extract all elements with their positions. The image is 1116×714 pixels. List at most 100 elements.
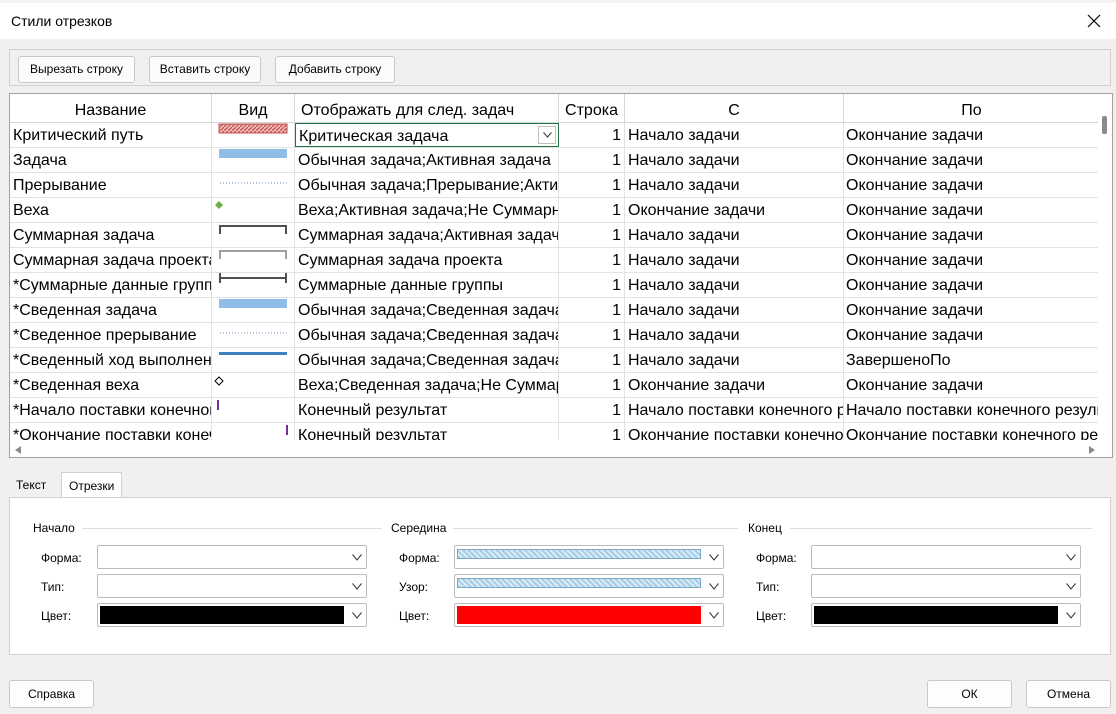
row-appearance[interactable] — [212, 373, 295, 397]
table-row[interactable]: *Сведенное прерывание Обычная задача;Све… — [10, 323, 1100, 348]
end-type-select[interactable] — [811, 574, 1081, 598]
row-appearance[interactable] — [212, 273, 295, 297]
row-to[interactable]: Окончание поставки конечного результата — [844, 423, 1100, 440]
add-row-button[interactable]: Добавить строку — [275, 56, 395, 83]
row-row[interactable]: 1 — [559, 173, 625, 197]
middle-shape-select[interactable] — [454, 545, 724, 569]
row-to[interactable]: Окончание задачи — [844, 198, 1100, 222]
row-show-for[interactable]: Веха;Сведенная задача;Не Суммарная — [295, 373, 559, 397]
show-for-dropdown[interactable] — [538, 126, 556, 144]
row-from[interactable]: Начало задачи — [625, 223, 844, 247]
row-show-for[interactable]: Обычная задача;Сведенная задача — [295, 323, 559, 347]
row-from[interactable]: Начало задачи — [625, 323, 844, 347]
row-show-for[interactable]: Конечный результат — [295, 423, 559, 440]
column-header-to[interactable]: По — [844, 94, 1100, 123]
row-show-for[interactable]: Обычная задача;Прерывание;Активная задач… — [295, 173, 559, 197]
row-show-for[interactable]: Суммарная задача;Активная задача — [295, 223, 559, 247]
row-appearance[interactable] — [212, 398, 295, 422]
bar-styles-grid[interactable]: Название Вид Отображать для след. задач … — [9, 93, 1113, 458]
row-name[interactable]: Критический путь — [10, 123, 212, 147]
column-header-row[interactable]: Строка — [559, 94, 625, 123]
row-row[interactable]: 1 — [559, 223, 625, 247]
table-row[interactable]: *Сведенная веха Веха;Сведенная задача;Не… — [10, 373, 1100, 398]
row-row[interactable]: 1 — [559, 148, 625, 172]
row-appearance[interactable] — [212, 123, 295, 147]
row-show-for[interactable]: Веха;Активная задача;Не Суммарная — [295, 198, 559, 222]
row-show-for-selected[interactable]: Критическая задача — [295, 123, 559, 147]
row-row[interactable]: 1 — [559, 123, 625, 147]
row-to[interactable]: Окончание задачи — [844, 323, 1100, 347]
column-header-appearance[interactable]: Вид — [212, 94, 295, 123]
row-from[interactable]: Окончание задачи — [625, 198, 844, 222]
row-row[interactable]: 1 — [559, 423, 625, 440]
row-appearance[interactable] — [212, 323, 295, 347]
start-shape-select[interactable] — [97, 545, 367, 569]
row-show-for[interactable]: Суммарные данные группы — [295, 273, 559, 297]
row-show-for[interactable]: Суммарная задача проекта — [295, 248, 559, 272]
table-row[interactable]: *Суммарные данные группы Суммарные данны… — [10, 273, 1100, 298]
help-button[interactable]: Справка — [9, 680, 94, 708]
table-row[interactable]: *Сведенная задача Обычная задача;Сведенн… — [10, 298, 1100, 323]
row-appearance[interactable] — [212, 248, 295, 272]
row-appearance[interactable] — [212, 298, 295, 322]
end-shape-select[interactable] — [811, 545, 1081, 569]
scroll-right-icon[interactable] — [1089, 446, 1095, 454]
table-row[interactable]: Прерывание Обычная задача;Прерывание;Акт… — [10, 173, 1100, 198]
row-to[interactable]: Окончание задачи — [844, 123, 1100, 147]
end-color-select[interactable] — [811, 603, 1081, 627]
close-button[interactable] — [1072, 3, 1116, 39]
table-row[interactable]: Веха Веха;Активная задача;Не Суммарная 1… — [10, 198, 1100, 223]
row-show-for[interactable]: Конечный результат — [295, 398, 559, 422]
row-show-for[interactable]: Обычная задача;Сведенная задача — [295, 348, 559, 372]
tab-bars[interactable]: Отрезки — [61, 472, 123, 498]
row-from[interactable]: Окончание задачи — [625, 373, 844, 397]
row-name[interactable]: *Окончание поставки конечного результата — [10, 423, 212, 440]
row-appearance[interactable] — [212, 223, 295, 247]
row-row[interactable]: 1 — [559, 198, 625, 222]
row-show-for[interactable]: Обычная задача;Активная задача — [295, 148, 559, 172]
row-row[interactable]: 1 — [559, 398, 625, 422]
row-name[interactable]: Суммарная задача — [10, 223, 212, 247]
row-appearance[interactable] — [212, 423, 295, 440]
table-row[interactable]: Суммарная задача проекта Суммарная задач… — [10, 248, 1100, 273]
row-to[interactable]: Окончание задачи — [844, 173, 1100, 197]
row-to[interactable]: Окончание задачи — [844, 273, 1100, 297]
row-name[interactable]: Суммарная задача проекта — [10, 248, 212, 272]
row-row[interactable]: 1 — [559, 248, 625, 272]
row-from[interactable]: Начало поставки конечного результата — [625, 398, 844, 422]
row-name[interactable]: *Начало поставки конечного результата — [10, 398, 212, 422]
column-header-from[interactable]: С — [625, 94, 844, 123]
row-from[interactable]: Начало задачи — [625, 248, 844, 272]
cut-row-button[interactable]: Вырезать строку — [18, 56, 135, 83]
row-appearance[interactable] — [212, 173, 295, 197]
row-from[interactable]: Начало задачи — [625, 148, 844, 172]
paste-row-button[interactable]: Вставить строку — [149, 56, 261, 83]
row-to[interactable]: Окончание задачи — [844, 248, 1100, 272]
start-color-select[interactable] — [97, 603, 367, 627]
row-show-for[interactable]: Обычная задача;Сведенная задача — [295, 298, 559, 322]
table-row[interactable]: *Сведенный ход выполнения Обычная задача… — [10, 348, 1100, 373]
column-header-show-for[interactable]: Отображать для след. задач — [295, 94, 559, 123]
row-appearance[interactable] — [212, 198, 295, 222]
table-row[interactable]: Задача Обычная задача;Активная задача 1 … — [10, 148, 1100, 173]
row-to[interactable]: ЗавершеноПо — [844, 348, 1100, 372]
row-name[interactable]: Задача — [10, 148, 212, 172]
table-row[interactable]: *Начало поставки конечного результата Ко… — [10, 398, 1100, 423]
row-name[interactable]: Прерывание — [10, 173, 212, 197]
row-from[interactable]: Начало задачи — [625, 173, 844, 197]
row-from[interactable]: Начало задачи — [625, 348, 844, 372]
middle-color-select[interactable] — [454, 603, 724, 627]
tab-text[interactable]: Текст — [9, 472, 53, 498]
row-appearance[interactable] — [212, 148, 295, 172]
row-row[interactable]: 1 — [559, 273, 625, 297]
horizontal-scrollbar[interactable] — [10, 443, 1100, 457]
row-from[interactable]: Начало задачи — [625, 273, 844, 297]
row-to[interactable]: Окончание задачи — [844, 148, 1100, 172]
middle-pattern-select[interactable] — [454, 574, 724, 598]
row-row[interactable]: 1 — [559, 323, 625, 347]
row-to[interactable]: Начало поставки конечного результата — [844, 398, 1100, 422]
row-appearance[interactable] — [212, 348, 295, 372]
row-from[interactable]: Начало задачи — [625, 123, 844, 147]
column-header-name[interactable]: Название — [10, 94, 212, 123]
row-from[interactable]: Окончание поставки конечного результата — [625, 423, 844, 440]
